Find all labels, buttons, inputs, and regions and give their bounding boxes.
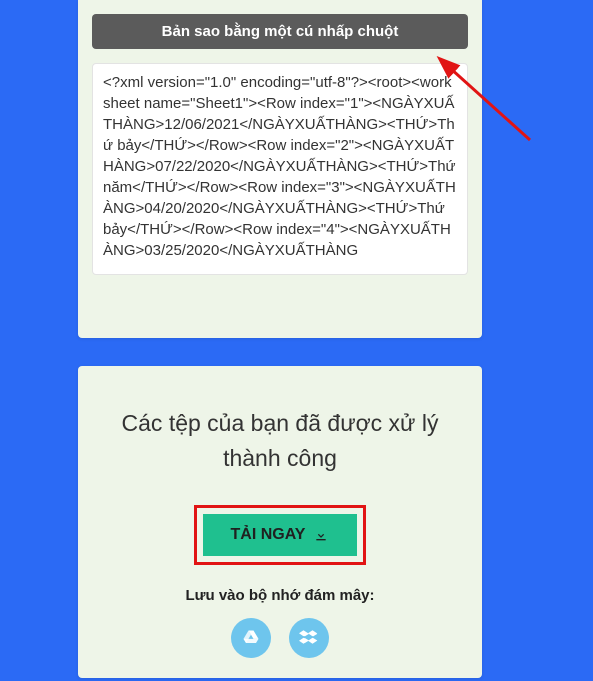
google-drive-icon: [241, 628, 261, 648]
success-title: Các tệp của bạn đã được xử lý thành công: [108, 406, 452, 475]
download-highlight-frame: TẢI NGAY: [194, 505, 367, 565]
dropbox-button[interactable]: [289, 618, 329, 658]
google-drive-button[interactable]: [231, 618, 271, 658]
copy-button[interactable]: Bản sao bằng một cú nhấp chuột: [92, 14, 468, 49]
download-button[interactable]: TẢI NGAY: [203, 514, 358, 556]
download-card: Các tệp của bạn đã được xử lý thành công…: [78, 366, 482, 678]
download-button-label: TẢI NGAY: [231, 526, 306, 544]
download-icon: [313, 527, 329, 543]
dropbox-icon: [299, 628, 319, 648]
xml-output-card: Bản sao bằng một cú nhấp chuột <?xml ver…: [78, 0, 482, 338]
cloud-icons-row: [108, 618, 452, 658]
xml-content-box[interactable]: <?xml version="1.0" encoding="utf-8"?><r…: [92, 63, 468, 275]
cloud-save-label: Lưu vào bộ nhớ đám mây:: [108, 587, 452, 604]
